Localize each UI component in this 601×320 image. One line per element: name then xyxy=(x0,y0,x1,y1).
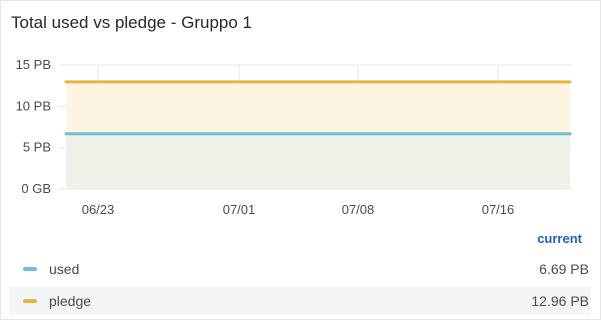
y-tick-label: 5 PB xyxy=(23,140,51,155)
legend-item-pledge[interactable]: pledge 12.96 PB xyxy=(9,287,591,315)
y-tick-label: 10 PB xyxy=(16,98,51,113)
series-areas xyxy=(66,81,570,189)
x-tick-label: 06/23 xyxy=(82,202,115,217)
used-area xyxy=(66,133,570,189)
x-tick-label: 07/16 xyxy=(482,202,515,217)
legend-current-header[interactable]: current xyxy=(537,231,582,246)
legend-name: pledge xyxy=(49,293,92,309)
y-tick-label: 15 PB xyxy=(16,57,51,72)
chart-panel: Total used vs pledge - Gruppo 1 0 GB 5 PB… xyxy=(0,0,601,320)
x-tick-label: 07/08 xyxy=(342,202,375,217)
line-chart: 0 GB 5 PB 10 PB 15 PB 06/23 07/01 07/08 07/16 xyxy=(16,57,572,217)
legend-item-used[interactable]: used 6.69 PB xyxy=(9,255,591,283)
legend-value: 12.96 PB xyxy=(531,293,589,309)
legend-name: used xyxy=(49,261,80,277)
y-tick-label: 0 GB xyxy=(21,181,51,196)
pledge-series-swatch xyxy=(23,299,37,303)
used-series-swatch xyxy=(23,267,37,271)
x-axis-labels: 06/23 07/01 07/08 07/16 xyxy=(82,202,515,217)
x-tick-label: 07/01 xyxy=(223,202,256,217)
legend-value: 6.69 PB xyxy=(539,261,589,277)
y-axis-labels: 0 GB 5 PB 10 PB 15 PB xyxy=(16,57,51,196)
